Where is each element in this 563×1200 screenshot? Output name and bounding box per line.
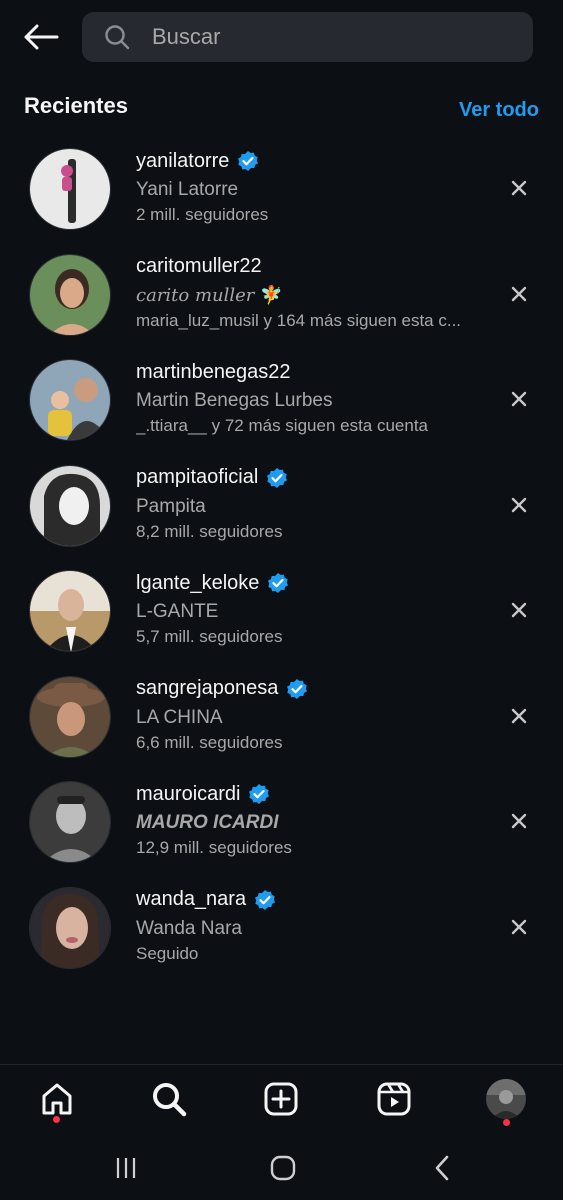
verified-badge-icon <box>254 889 276 911</box>
username: sangrejaponesa <box>136 676 496 702</box>
create-icon <box>264 1082 298 1116</box>
remove-button[interactable] <box>507 598 531 622</box>
nav-create[interactable] <box>261 1079 301 1119</box>
avatar[interactable] <box>29 464 111 547</box>
follower-info: 2 mill. seguidores <box>136 205 269 224</box>
recent-account-row[interactable]: sangrejaponesa LA CHINA 6,6 mill. seguid… <box>0 668 563 774</box>
close-icon <box>511 708 527 723</box>
nav-profile[interactable] <box>486 1079 526 1119</box>
full-name: Wanda Nara <box>136 917 242 939</box>
full-name: L-GANTE <box>136 601 219 622</box>
follower-info: 5,7 mill. seguidores <box>136 627 283 646</box>
remove-button[interactable] <box>507 387 531 411</box>
close-icon <box>511 497 527 512</box>
recent-account-row[interactable]: wanda_nara Wanda Nara Seguido <box>0 879 563 985</box>
full-name: LA CHINA <box>136 706 223 728</box>
notification-dot <box>53 1116 60 1123</box>
username: wanda_nara <box>136 887 496 913</box>
search-icon <box>153 1083 187 1117</box>
full-name: MAURO ICARDI <box>136 812 279 833</box>
remove-button[interactable] <box>507 282 531 306</box>
full-name: Yani Latorre <box>136 179 239 200</box>
recent-account-row[interactable]: pampitaoficial Pampita 8,2 mill. seguido… <box>0 457 563 563</box>
username: martinbenegas22 <box>136 360 291 383</box>
recent-apps-button[interactable] <box>110 1152 142 1184</box>
recent-account-row[interactable]: mauroicardi MAURO ICARDI 12,9 mill. segu… <box>0 773 563 879</box>
avatar[interactable] <box>29 886 111 969</box>
recent-apps-icon <box>116 1158 136 1178</box>
avatar[interactable] <box>29 570 111 652</box>
username: pampitaoficial <box>136 465 496 491</box>
recent-account-row[interactable]: yanilatorre Yani Latorre 2 mill. seguido… <box>0 140 563 246</box>
back-button[interactable] <box>20 18 62 56</box>
home-circle-icon <box>270 1155 296 1181</box>
fairy-emoji: 🧚 <box>260 285 283 306</box>
recent-account-row[interactable]: caritomuller22 carito muller 🧚 maria_luz… <box>0 246 563 352</box>
avatar[interactable] <box>29 148 111 230</box>
verified-badge-icon <box>237 150 259 172</box>
verified-badge-icon <box>267 572 289 594</box>
chevron-left-icon <box>435 1155 449 1181</box>
follower-info: _.ttiara__ y 72 más siguen esta cuenta <box>136 416 429 435</box>
follower-info: maria_luz_musil y 164 más siguen esta c.… <box>136 310 462 330</box>
verified-badge-icon <box>286 678 308 700</box>
full-name: Pampita <box>136 495 206 517</box>
verified-badge-icon <box>248 783 270 805</box>
remove-button[interactable] <box>507 915 531 939</box>
top-bar <box>0 0 563 74</box>
avatar[interactable] <box>29 781 111 863</box>
home-button[interactable] <box>267 1152 299 1184</box>
nav-search[interactable] <box>149 1079 189 1119</box>
follower-info: Seguido <box>136 943 199 963</box>
remove-button[interactable] <box>507 493 531 517</box>
bottom-nav <box>0 1064 563 1134</box>
username: mauroicardi <box>136 781 496 807</box>
full-name: Martin Benegas Lurbes <box>136 390 333 411</box>
see-all-link[interactable]: Ver todo <box>459 99 539 122</box>
full-name: carito muller 🧚 <box>136 285 283 306</box>
reels-icon <box>377 1082 411 1116</box>
username: lgante_keloke <box>136 570 496 596</box>
search-bar[interactable] <box>82 12 533 62</box>
remove-button[interactable] <box>507 176 531 200</box>
profile-icon <box>486 1079 526 1119</box>
close-icon <box>511 813 527 829</box>
close-icon <box>511 919 527 934</box>
notification-dot <box>503 1119 510 1126</box>
recent-searches-list: yanilatorre Yani Latorre 2 mill. seguido… <box>0 140 563 984</box>
arrow-left-icon <box>24 24 59 50</box>
username: yanilatorre <box>136 148 496 174</box>
search-input[interactable] <box>152 24 492 50</box>
back-system-button[interactable] <box>426 1152 458 1184</box>
close-icon <box>511 391 527 407</box>
nav-reels[interactable] <box>374 1079 414 1119</box>
remove-button[interactable] <box>507 704 531 728</box>
avatar[interactable] <box>29 253 111 336</box>
follower-info: 12,9 mill. seguidores <box>136 838 292 857</box>
verified-badge-icon <box>266 467 288 489</box>
follower-info: 8,2 mill. seguidores <box>136 521 283 541</box>
recent-account-row[interactable]: lgante_keloke L-GANTE 5,7 mill. seguidor… <box>0 562 563 668</box>
search-icon <box>104 24 130 50</box>
nav-home[interactable] <box>37 1079 77 1119</box>
remove-button[interactable] <box>507 809 531 833</box>
username: caritomuller22 <box>136 255 262 277</box>
close-icon <box>511 602 527 618</box>
system-navigation-bar <box>0 1134 563 1200</box>
avatar[interactable] <box>29 359 111 441</box>
home-icon <box>42 1083 72 1115</box>
avatar[interactable] <box>29 675 111 758</box>
close-icon <box>511 180 527 196</box>
follower-info: 6,6 mill. seguidores <box>136 732 283 752</box>
recents-title: Recientes <box>24 93 128 118</box>
recent-account-row[interactable]: martinbenegas22 Martin Benegas Lurbes _.… <box>0 351 563 457</box>
profile-avatar <box>486 1079 526 1119</box>
close-icon <box>511 286 527 301</box>
